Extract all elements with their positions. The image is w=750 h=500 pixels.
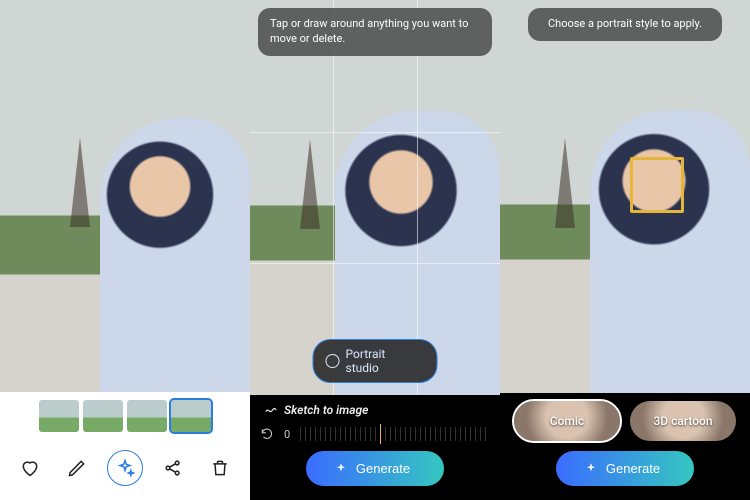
generative-edit-pane: Tap or draw around anything you want to … [250,0,500,500]
landmark-tower [70,137,90,227]
bottom-action-bar [0,440,250,500]
landmark-tower [555,138,575,228]
pencil-icon [67,458,87,478]
editor-bottom-panel: Sketch to image 0 Generate [250,395,500,500]
portrait-studio-pane: Choose a portrait style to apply. Comic … [500,0,750,500]
editor-viewport[interactable]: Tap or draw around anything you want to … [250,0,500,395]
ai-edit-button[interactable] [107,450,143,486]
crop-gridline [250,132,500,133]
slider-ticks[interactable] [300,427,490,441]
sparkle-icon [115,458,135,478]
style-label: 3D cartoon [653,414,712,428]
share-icon [163,458,183,478]
style-label: Comic [550,414,584,428]
style-row: Comic 3D cartoon [510,401,740,441]
thumbnail[interactable] [39,400,79,432]
thumbnail[interactable] [83,400,123,432]
face-detection-box[interactable] [630,157,684,213]
heart-icon [20,458,40,478]
delete-button[interactable] [202,450,238,486]
landmark-tower [300,139,320,229]
photo-subject [100,118,250,392]
editor-viewport[interactable]: Choose a portrait style to apply. [500,0,750,393]
favorite-button[interactable] [12,450,48,486]
thumbnail-selected[interactable] [171,400,211,432]
crop-gridline [250,263,500,264]
style-comic[interactable]: Comic [514,401,620,441]
share-button[interactable] [155,450,191,486]
sparkle-icon [334,462,348,476]
photo-subject [590,110,750,393]
crop-gridline [417,0,418,395]
scribble-icon [264,403,278,417]
slider-value: 0 [284,428,290,441]
generate-label: Generate [356,461,410,476]
main-photo[interactable] [0,0,250,392]
generate-button[interactable]: Generate [556,451,694,486]
hint-bubble: Choose a portrait style to apply. [528,8,722,41]
generate-button[interactable]: Generate [306,451,444,486]
rotate-icon [260,427,274,441]
sketch-to-image-label: Sketch to image [260,403,368,417]
editor-bottom-panel: Comic 3D cartoon Generate [500,393,750,500]
straighten-slider[interactable]: 0 [260,427,490,441]
thumbnail-strip [0,392,250,440]
portrait-studio-chip[interactable]: Portrait studio [313,339,438,383]
trash-icon [210,458,230,478]
edit-button[interactable] [59,450,95,486]
crop-gridline [333,0,334,395]
gallery-pane [0,0,250,500]
hint-bubble: Tap or draw around anything you want to … [258,8,492,56]
sparkle-icon [584,462,598,476]
sketch-label-text: Sketch to image [284,403,368,417]
generate-label: Generate [606,461,660,476]
style-3d-cartoon[interactable]: 3D cartoon [630,401,736,441]
thumbnail[interactable] [127,400,167,432]
